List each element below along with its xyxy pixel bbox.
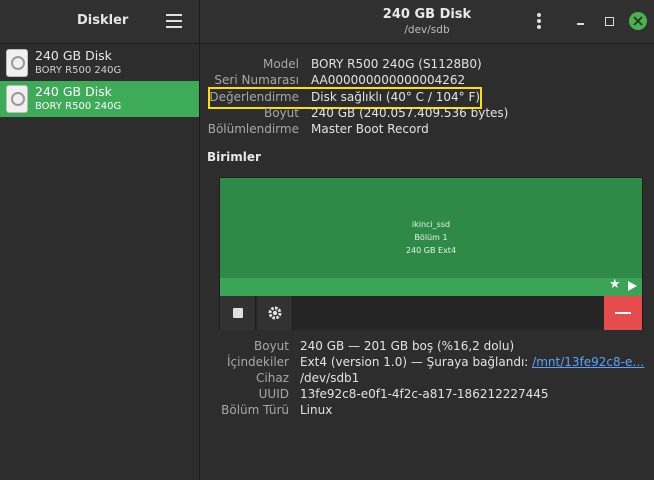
prop-value: /dev/sdb1 [300,371,360,385]
close-icon [633,16,643,26]
vol-prop-uuid: UUID 13fe92c8-e0f1-4f2c-a817-18621222744… [200,387,654,403]
partition-status-band [220,278,642,296]
sidebar-header: Diskler [0,0,199,44]
prop-value: Ext4 (version 1.0) — Şuraya bağlandı: [300,355,533,369]
disk-model: BORY R500 240G [35,101,122,112]
prop-value: 240 GB — 201 GB boş (%16,2 dolu) [300,339,515,353]
unmount-button[interactable] [220,296,256,330]
drive-icon [6,49,28,77]
prop-value: BORY R500 240G (S1128B0) [311,57,482,71]
sidebar-title: Diskler [77,13,129,28]
disk-name: 240 GB Disk [35,84,112,99]
prop-label: Boyut [254,339,289,353]
prop-value: 240 GB (240.057.409.536 bytes) [311,106,509,120]
prop-value: AA000000000000004262 [311,73,466,87]
prop-label: Model [262,57,299,71]
partition-block[interactable]: ikinci_ssd Bölüm 1 240 GB Ext4 ★ [220,178,642,296]
partition-options-button[interactable] [257,296,293,330]
vol-prop-contents: İçindekiler Ext4 (version 1.0) — Şuraya … [200,355,654,371]
maximize-button[interactable] [601,13,617,29]
delete-partition-button[interactable] [604,296,642,330]
prop-value: Linux [300,403,333,417]
volumes-heading: Birimler [207,150,261,164]
prop-model: Model BORY R500 240G (S1128B0) [200,57,654,73]
prop-size: Boyut 240 GB (240.057.409.536 bytes) [200,106,654,122]
star-icon: ★ [609,277,621,292]
prop-value: Master Boot Record [311,122,429,136]
disk-sidebar: Diskler 240 GB Disk BORY R500 240G 240 G… [0,0,200,480]
vol-prop-device: Cihaz /dev/sdb1 [200,371,654,387]
drive-icon [6,85,28,113]
prop-label: Cihaz [256,371,289,385]
play-icon [628,281,637,291]
prop-value: 13fe92c8-e0f1-4f2c-a817-186212227445 [300,387,549,401]
gear-icon [268,306,282,320]
prop-label: Bölüm Türü [221,403,289,417]
close-button[interactable] [629,12,647,30]
partition-number: Bölüm 1 [414,233,448,242]
more-options-icon[interactable] [536,13,542,31]
prop-partitioning: Bölümlendirme Master Boot Record [200,122,654,138]
disk-model: BORY R500 240G [35,65,122,76]
partition-name: ikinci_ssd [411,220,451,229]
disk-details-pane: 240 GB Disk /dev/sdb Model BORY R500 240… [200,0,654,480]
disk-list-item-selected[interactable]: 240 GB Disk BORY R500 240G [0,81,199,117]
prop-label: UUID [258,387,289,401]
vol-prop-partition-type: Bölüm Türü Linux [200,403,654,419]
disk-name: 240 GB Disk [35,48,112,63]
volume-graphic: ikinci_ssd Bölüm 1 240 GB Ext4 ★ [219,177,643,330]
mount-point-link[interactable]: /mnt/13fe92c8-e… [532,355,644,369]
partition-size: 240 GB Ext4 [405,246,457,255]
disk-list-item[interactable]: 240 GB Disk BORY R500 240G [0,45,199,81]
vol-prop-size: Boyut 240 GB — 201 GB boş (%16,2 dolu) [200,339,654,355]
minimize-button[interactable] [573,13,589,29]
volume-toolbar [220,296,642,330]
prop-label: Boyut [264,106,299,120]
hamburger-menu-icon[interactable] [166,14,182,28]
prop-label: İçindekiler [226,355,289,369]
prop-label: Bölümlendirme [207,122,299,136]
header-bar: 240 GB Disk /dev/sdb [200,0,654,44]
prop-label: Seri Numarası [214,73,299,87]
